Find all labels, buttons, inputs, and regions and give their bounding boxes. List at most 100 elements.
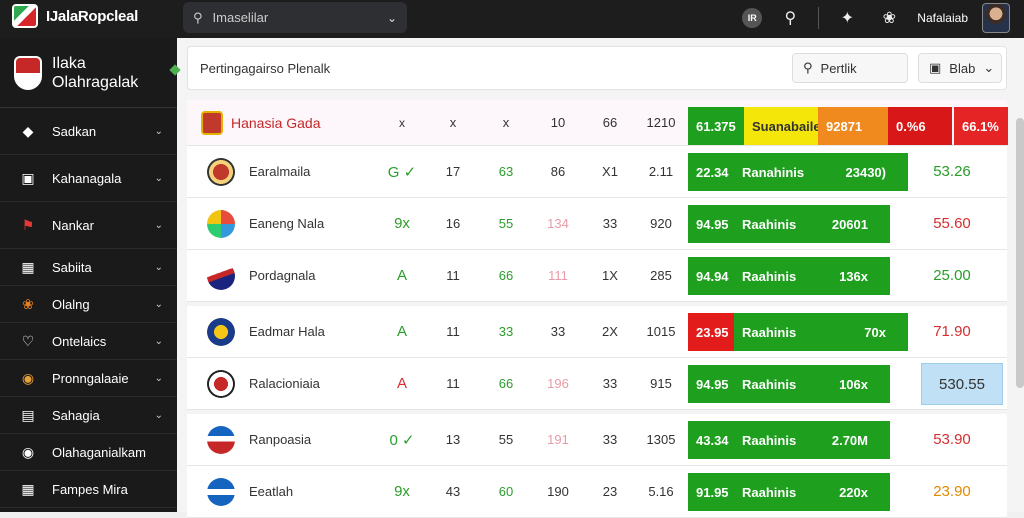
sidebar-item-5[interactable]: ♡ Ontelaics ⌄ xyxy=(0,323,177,360)
sidebar-item-2[interactable]: ⚑ Nankar ⌄ xyxy=(0,202,177,249)
team-name[interactable]: Pordagnala xyxy=(249,250,316,301)
pin-icon[interactable]: ✦ xyxy=(833,4,861,32)
table-row[interactable]: Ranpoasia 0 ✓ 13 55 191 33 1305 43.34 Ra… xyxy=(187,414,1007,466)
chevron-down-icon[interactable]: ⌄ xyxy=(387,11,397,25)
price-value[interactable]: 53.26 xyxy=(911,146,993,197)
sidebar-header[interactable]: Ilaka Olahragalak xyxy=(0,38,177,108)
odds-bar-total: 106x xyxy=(839,376,868,392)
sidebar-item-label: Sadkan xyxy=(52,123,97,139)
team-logo-icon xyxy=(207,146,235,197)
sidebar-item-7[interactable]: ▤ Sahagia ⌄ xyxy=(0,397,177,434)
header-bars: 61.375 Suanabaile 92871 0.%6 66.1% xyxy=(688,107,1008,145)
heart-icon: ♡ xyxy=(21,332,35,349)
search-input[interactable]: ⚲ Imaselilar ⌄ xyxy=(183,2,407,33)
sidebar-item-8[interactable]: ◉ Olahaganialkam xyxy=(0,434,177,471)
sidebar-item-0[interactable]: ◆ Sadkan ⌄ xyxy=(0,108,177,155)
sidebar-item-3[interactable]: ▦ Sabiita ⌄ xyxy=(0,249,177,286)
team-name[interactable]: Earalmaila xyxy=(249,146,310,197)
multicolor-ball-icon[interactable]: ❀ xyxy=(875,4,903,32)
odds-bar-detail: Ranahinis 23430) xyxy=(734,153,908,191)
table-row[interactable]: Earalmaila G ✓ 17 63 86 X1 2.11 22.34 Ra… xyxy=(187,146,1007,198)
stat-cell: 1305 xyxy=(646,432,676,447)
odds-bar-label: Raahinis xyxy=(742,432,797,448)
header-bar-1: 61.375 xyxy=(688,107,744,145)
stat-cell: 63 xyxy=(498,164,514,179)
stat-cell: 60 xyxy=(498,484,514,499)
table-row[interactable]: Ralacioniaia A 11 66 196 33 915 94.95 Ra… xyxy=(187,358,1007,410)
odds-bar-label: Raahinis xyxy=(742,268,797,284)
price-value[interactable]: 530.55 xyxy=(921,363,1003,405)
table-row[interactable]: Eaneng Nala 9x 16 55 134 33 920 94.95 Ra… xyxy=(187,198,1007,250)
filter-dropdown-label: Blab xyxy=(949,60,976,76)
odds-bar[interactable]: 91.95 Raahinis 220x xyxy=(688,473,890,511)
odds-bar[interactable]: 23.95 Raahinis 70x xyxy=(688,313,908,351)
odds-bar-detail: Raahinis 136x xyxy=(734,257,890,295)
header-col: x xyxy=(449,115,457,130)
chevron-down-icon: ⌄ xyxy=(983,60,995,75)
sidebar: Ilaka Olahragalak ◆ Sadkan ⌄ ▣ Kahanagal… xyxy=(0,38,177,512)
odds-bar[interactable]: 94.94 Raahinis 136x xyxy=(688,257,890,295)
sidebar-item-6[interactable]: ◉ Pronngalaaie ⌄ xyxy=(0,360,177,397)
odds-bar[interactable]: 43.34 Raahinis 2.70M xyxy=(688,421,890,459)
scrollbar[interactable] xyxy=(1016,118,1024,388)
chevron-down-icon: ⌄ xyxy=(154,298,163,310)
stat-cell: 16 xyxy=(445,216,461,231)
odds-bar-value: 43.34 xyxy=(688,421,734,459)
search-icon[interactable]: ⚲ xyxy=(776,4,804,32)
form-indicator: G ✓ xyxy=(387,163,417,181)
brand[interactable]: IJalaRopcleal xyxy=(12,4,138,28)
team-name[interactable]: Ranpoasia xyxy=(249,414,311,465)
stat-cell: 13 xyxy=(445,432,461,447)
header-col: 66 xyxy=(602,115,618,130)
price-value[interactable]: 53.90 xyxy=(911,414,993,465)
search-icon: ⚲ xyxy=(193,9,203,25)
sidebar-item-9[interactable]: ▦ Fampes Mira xyxy=(0,471,177,508)
table-row[interactable]: Eadmar Hala A 11 33 33 2X 1015 23.95 Raa… xyxy=(187,306,1007,358)
stat-cell: 55 xyxy=(498,432,514,447)
stat-cell: 55 xyxy=(498,216,514,231)
table-row[interactable]: Pordagnala A 11 66 111 1X 285 94.94 Raah… xyxy=(187,250,1007,302)
region-badge[interactable]: IR xyxy=(742,8,763,28)
odds-bar-value: 23.95 xyxy=(688,313,734,351)
price-value[interactable]: 55.60 xyxy=(911,198,993,249)
odds-bar[interactable]: 22.34 Ranahinis 23430) xyxy=(688,153,908,191)
crest-icon xyxy=(14,55,42,90)
sidebar-item-1[interactable]: ▣ Kahanagala ⌄ xyxy=(0,155,177,202)
price-value[interactable]: 23.90 xyxy=(911,466,993,517)
table-row[interactable]: Eeatlah 9x 43 60 190 23 5.16 91.95 Raahi… xyxy=(187,466,1007,518)
avatar[interactable] xyxy=(982,3,1010,33)
team-logo-icon xyxy=(207,414,235,465)
divider xyxy=(818,7,820,29)
odds-bar[interactable]: 94.95 Raahinis 20601 xyxy=(688,205,890,243)
team-name[interactable]: Eeatlah xyxy=(249,466,293,517)
grid-icon: ▦ xyxy=(21,480,35,497)
odds-bar-value: 94.95 xyxy=(688,365,734,403)
filter-search-button[interactable]: ⚲ Pertlik xyxy=(792,53,908,83)
form-indicator: 9x xyxy=(394,483,410,500)
filter-search-label: Pertlik xyxy=(820,60,857,76)
team-name[interactable]: Eadmar Hala xyxy=(249,306,325,357)
team-name[interactable]: Ralacioniaia xyxy=(249,358,320,409)
flag-icon: ⚑ xyxy=(21,216,35,233)
price-value[interactable]: 25.00 xyxy=(911,250,993,301)
form-indicator: 9x xyxy=(394,215,410,232)
odds-bar-value: 22.34 xyxy=(688,153,734,191)
price-value[interactable]: 71.90 xyxy=(911,306,993,357)
header-col: 10 xyxy=(550,115,566,130)
stat-cell: X1 xyxy=(602,164,618,179)
odds-bar-detail: Raahinis 106x xyxy=(734,365,890,403)
brand-logo-icon xyxy=(12,4,38,28)
stat-cell: 11 xyxy=(446,324,460,339)
stat-cell: 23 xyxy=(602,484,618,499)
team-logo-icon xyxy=(207,466,235,517)
filter-dropdown-button[interactable]: ▣ Blab ⌄ xyxy=(918,53,1002,83)
odds-bar-label: Ranahinis xyxy=(742,164,805,180)
team-logo-icon xyxy=(207,250,235,301)
odds-bar[interactable]: 94.95 Raahinis 106x xyxy=(688,365,890,403)
user-name[interactable]: Nafalaiab xyxy=(917,11,968,25)
door-icon: ▣ xyxy=(21,169,35,186)
table-header-row: Hanasia Gada x x x 10 66 1210 61.375 Sua… xyxy=(187,100,1008,146)
sidebar-item-4[interactable]: ❀ Olalng ⌄ xyxy=(0,286,177,323)
shield-icon: ◆ xyxy=(22,122,34,139)
team-name[interactable]: Eaneng Nala xyxy=(249,198,324,249)
